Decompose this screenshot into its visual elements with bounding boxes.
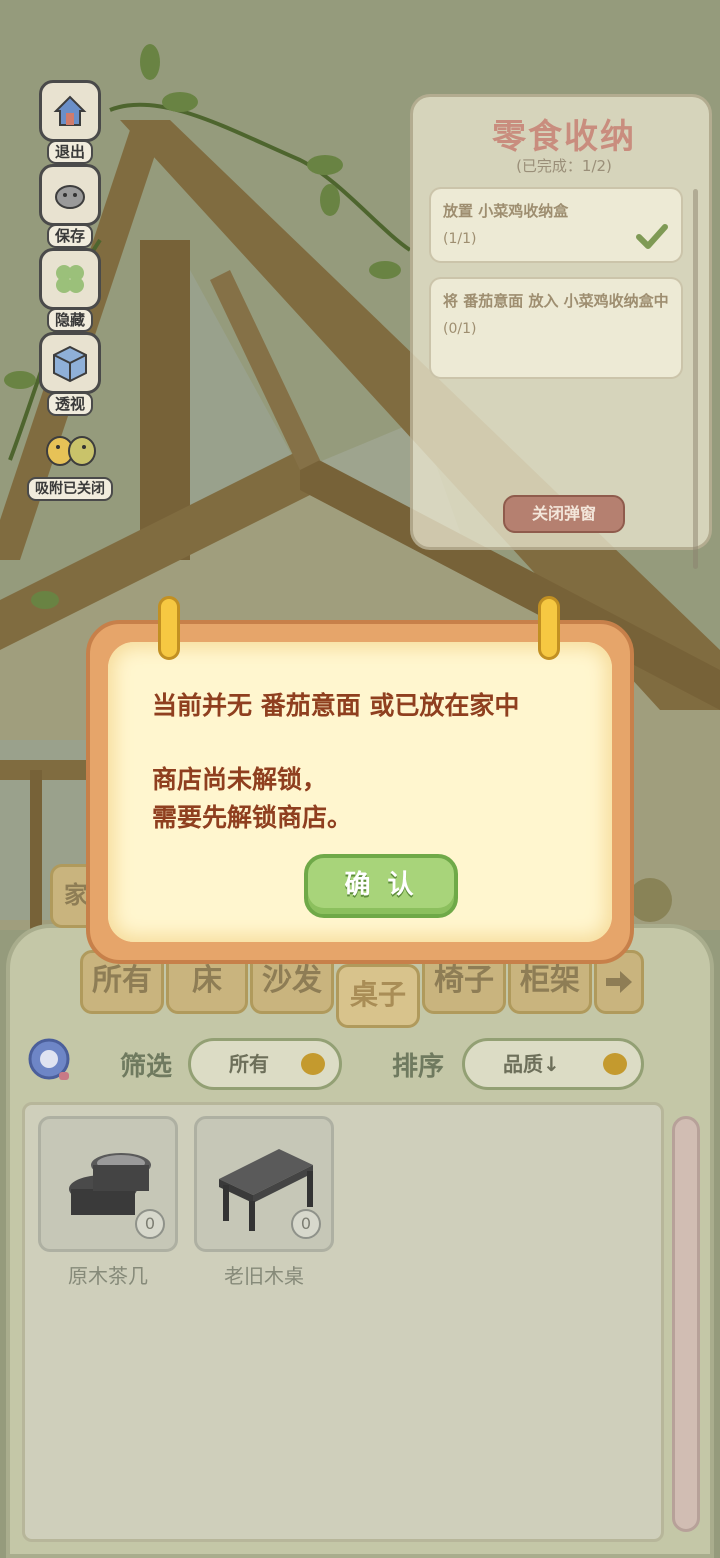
quest-scrollbar[interactable] <box>693 189 698 569</box>
item-quantity: 0 <box>135 1209 165 1239</box>
item-card-old-desk[interactable]: 0 老旧木桌 <box>194 1116 334 1289</box>
save-chicken-icon <box>39 164 101 226</box>
item-name: 原木茶几 <box>68 1264 148 1288</box>
snap-chicks-icon <box>39 416 101 478</box>
quest-task-text: 放置 小菜鸡收纳盒 <box>443 202 569 220</box>
snap-toggle-button[interactable]: 吸附已关闭 <box>22 416 118 501</box>
quest-task-2: 将 番茄意面 放入 小菜鸡收纳盒中 (0/1) <box>429 277 683 379</box>
snap-label: 吸附已关闭 <box>27 477 113 501</box>
item-name: 老旧木桌 <box>224 1264 304 1288</box>
arrow-right-icon <box>606 971 632 993</box>
inventory-scrollbar[interactable] <box>672 1116 700 1532</box>
item-card: 0 <box>194 1116 334 1252</box>
quest-task-text: 将 番茄意面 放入 小菜鸡收纳盒中 <box>443 292 669 310</box>
dialog-pin-right <box>538 596 560 660</box>
checkmark-icon <box>636 224 668 249</box>
perspective-cube-icon <box>39 332 101 394</box>
hide-label: 隐藏 <box>46 308 93 332</box>
quest-panel: 零食收纳 (已完成：1/2) 放置 小菜鸡收纳盒 (1/1) 将 番茄意面 放入… <box>410 94 712 569</box>
alert-dialog: 当前并无 番茄意面 或已放在家中 商店尚未解锁， 需要先解锁商店。 确 认 <box>86 620 634 964</box>
dropdown-arrow-icon <box>301 1053 325 1075</box>
search-icon[interactable] <box>26 1036 76 1086</box>
exit-house-icon <box>39 80 101 142</box>
quest-progress: (已完成：1/2) <box>516 157 612 175</box>
quest-task-progress: (0/1) <box>443 321 477 337</box>
exit-label: 退出 <box>46 140 93 164</box>
sort-dropdown[interactable]: 品质↓ <box>462 1038 644 1090</box>
sort-value: 品质↓ <box>503 1052 560 1076</box>
dialog-message-line3: 需要先解锁商店。 <box>152 803 353 832</box>
dialog-pin-left <box>158 596 180 660</box>
perspective-button[interactable]: 透视 <box>30 332 110 416</box>
close-popup-button[interactable]: 关闭弹窗 <box>503 495 625 533</box>
filter-value: 所有 <box>229 1052 269 1076</box>
filter-dropdown[interactable]: 所有 <box>188 1038 342 1090</box>
dialog-message-line2: 商店尚未解锁， <box>152 765 328 794</box>
dialog-paper: 当前并无 番茄意面 或已放在家中 商店尚未解锁， 需要先解锁商店。 确 认 <box>108 642 612 942</box>
item-quantity: 0 <box>291 1209 321 1239</box>
dropdown-arrow-icon <box>603 1053 627 1075</box>
hide-button[interactable]: 隐藏 <box>30 248 110 332</box>
sort-label: 排序 <box>392 1052 445 1082</box>
category-table[interactable]: 桌子 <box>336 964 420 1028</box>
item-card-coffee-table[interactable]: 0 原木茶几 <box>38 1116 178 1289</box>
perspective-label: 透视 <box>46 392 93 416</box>
dialog-message-line1: 当前并无 番茄意面 或已放在家中 <box>152 691 520 720</box>
save-label: 保存 <box>46 224 93 248</box>
exit-button[interactable]: 退出 <box>30 80 110 164</box>
filter-label: 筛选 <box>120 1052 173 1082</box>
hide-clover-icon <box>39 248 101 310</box>
quest-task-1: 放置 小菜鸡收纳盒 (1/1) <box>429 187 683 263</box>
quest-title: 零食收纳 <box>492 117 636 157</box>
save-button[interactable]: 保存 <box>30 164 110 248</box>
confirm-button[interactable]: 确 认 <box>304 854 458 918</box>
item-card: 0 <box>38 1116 178 1252</box>
